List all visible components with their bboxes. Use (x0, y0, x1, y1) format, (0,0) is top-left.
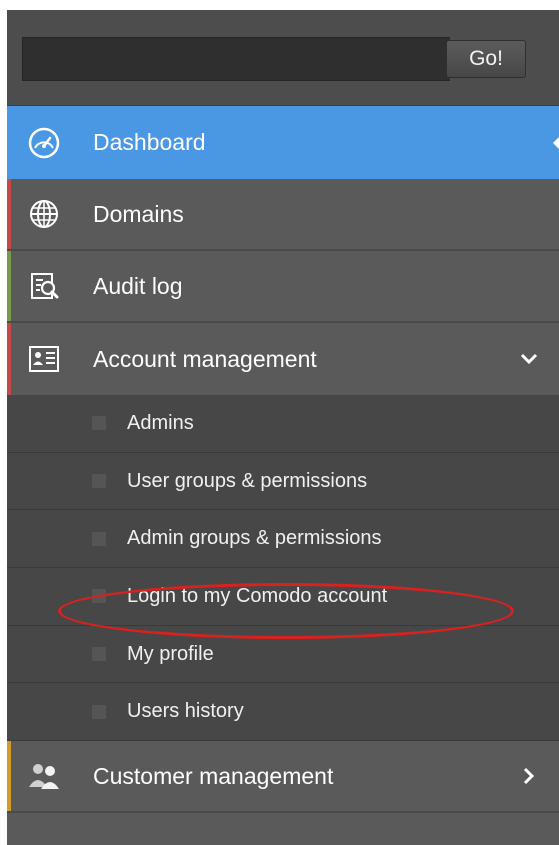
bullet-icon (92, 474, 106, 489)
subnav-label: Admins (127, 411, 194, 434)
subnav-label: My profile (127, 642, 214, 665)
nav-item-audit-log[interactable]: Audit log (7, 251, 559, 323)
accent-bar (7, 741, 11, 812)
nav-label-customer-management: Customer management (93, 762, 334, 789)
go-button[interactable]: Go! (446, 40, 526, 78)
subnav-item-my-profile[interactable]: My profile (7, 626, 559, 684)
subnav-label: Login to my Comodo account (127, 584, 388, 607)
nav-item-customer-management[interactable]: Customer management (7, 741, 559, 814)
subnav-item-admin-groups[interactable]: Admin groups & permissions (7, 510, 559, 569)
search-input[interactable] (22, 37, 450, 81)
globe-icon (27, 197, 61, 231)
sidebar: Go! Dashboard Domains Audit log Account … (7, 10, 559, 845)
account-management-submenu: Admins User groups & permissions Admin g… (7, 395, 559, 742)
bullet-icon (92, 589, 106, 604)
dashboard-gauge-icon (27, 126, 61, 160)
nav-item-dashboard[interactable]: Dashboard (7, 106, 559, 179)
bullet-icon (92, 531, 106, 546)
chevron-right-icon[interactable] (519, 766, 539, 786)
bullet-icon (92, 704, 106, 719)
active-pointer-icon (553, 134, 559, 151)
subnav-item-users-history[interactable]: Users history (7, 683, 559, 742)
bullet-icon (92, 647, 106, 662)
search-bar: Go! (7, 10, 559, 106)
accent-bar (7, 179, 11, 249)
subnav-label: User groups & permissions (127, 469, 368, 492)
accent-bar (7, 323, 11, 395)
accent-bar (7, 251, 11, 321)
subnav-item-admins[interactable]: Admins (7, 395, 559, 453)
subnav-label: Users history (127, 700, 244, 723)
nav-label-dashboard: Dashboard (93, 129, 206, 155)
chevron-down-icon[interactable] (519, 349, 539, 369)
nav-label-audit-log: Audit log (93, 272, 183, 299)
nav-item-domains[interactable]: Domains (7, 179, 559, 251)
subnav-item-user-groups[interactable]: User groups & permissions (7, 453, 559, 511)
nav-label-domains: Domains (93, 200, 184, 227)
customers-icon (27, 759, 61, 793)
account-card-icon (27, 342, 61, 376)
subnav-label: Admin groups & permissions (127, 527, 382, 550)
subnav-item-login-comodo[interactable]: Login to my Comodo account (7, 568, 559, 626)
nav-label-account-management: Account management (93, 345, 317, 372)
nav-item-account-management[interactable]: Account management (7, 323, 559, 395)
audit-log-icon (27, 269, 61, 303)
bullet-icon (92, 416, 106, 431)
